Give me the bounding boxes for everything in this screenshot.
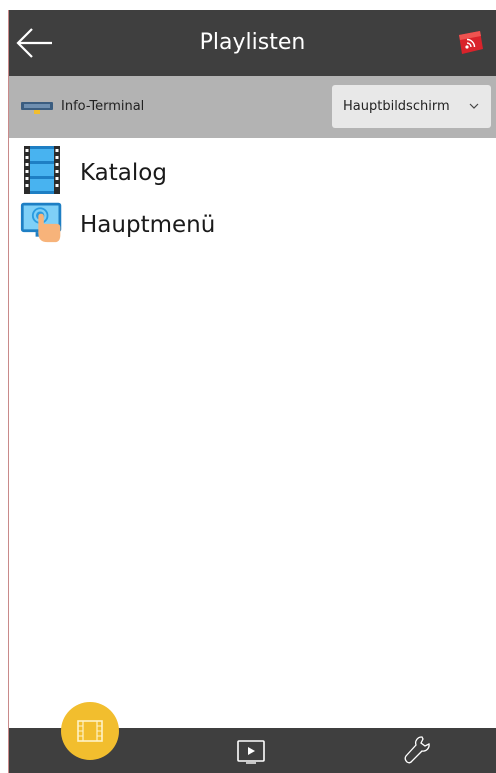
play-screen-icon — [237, 740, 265, 764]
app-header: Playlisten — [9, 10, 496, 76]
playlist-label: Hauptmenü — [80, 212, 216, 238]
arrow-left-icon — [16, 28, 52, 58]
screen-cast-icon — [459, 31, 483, 54]
playlist-item-hauptmenue[interactable]: Hauptmenü — [9, 194, 496, 246]
terminal-bar: Info-Terminal Hauptbildschirm — [9, 76, 496, 138]
wrench-icon — [404, 736, 430, 764]
touch-screen-icon — [20, 202, 62, 243]
nav-playlists-button[interactable] — [61, 702, 119, 760]
playlist-item-katalog[interactable]: Katalog — [9, 142, 496, 194]
film-strip-icon — [24, 146, 60, 194]
back-button[interactable] — [15, 25, 55, 61]
terminal-name: Info-Terminal — [61, 99, 145, 114]
cast-button[interactable] — [456, 29, 486, 57]
nav-tools-button[interactable] — [402, 734, 432, 766]
nav-player-button[interactable] — [236, 738, 268, 766]
screen-select[interactable]: Hauptbildschirm — [332, 85, 491, 128]
film-strip-icon — [77, 720, 103, 742]
terminal-device-icon — [21, 102, 53, 114]
page-title: Playlisten — [199, 30, 306, 55]
playlist-list: Katalog Hauptmenü — [9, 142, 496, 246]
screen-select-value: Hauptbildschirm — [343, 99, 450, 114]
chevron-down-icon — [469, 103, 479, 109]
